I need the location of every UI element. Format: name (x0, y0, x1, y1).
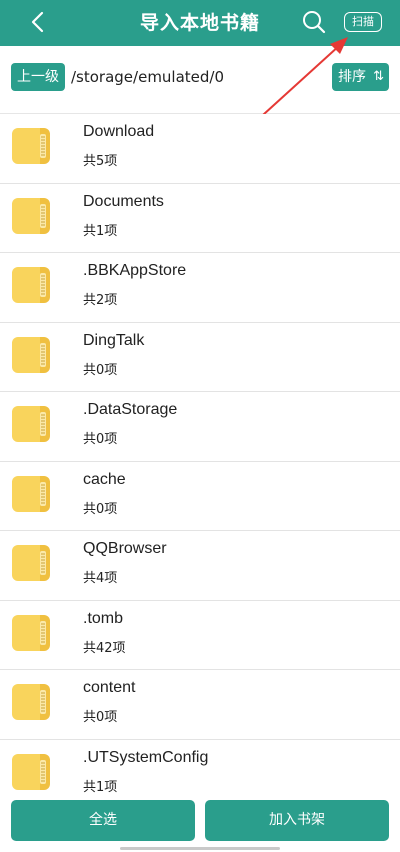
folder-name: .tomb (83, 609, 124, 627)
folder-icon (12, 753, 50, 790)
folder-icon (12, 406, 50, 442)
folder-item-count: 共0项 (83, 362, 118, 378)
folder-icon (12, 336, 50, 373)
folder-name: Documents (83, 192, 164, 210)
folder-row[interactable]: .DataStorage 共0项 (0, 392, 400, 462)
folder-icon (12, 128, 50, 164)
folder-name: cache (83, 470, 126, 488)
folder-icon (12, 684, 50, 720)
folder-name: .BBKAppStore (83, 262, 187, 279)
search-button[interactable] (301, 9, 327, 35)
scan-button[interactable]: 扫描 (344, 12, 382, 32)
folder-row[interactable]: .tomb 共42项 (0, 600, 400, 670)
folder-name: content (83, 679, 136, 696)
page-title: 导入本地书籍 (139, 12, 260, 34)
folder-row[interactable]: DingTalk 共0项 (0, 322, 400, 392)
folder-icon (12, 475, 50, 512)
folder-row[interactable]: QQBrowser 共4项 (0, 531, 400, 601)
select-all-button[interactable]: 全选 (11, 800, 195, 841)
folder-item-count: 共0项 (83, 432, 118, 447)
add-to-bookshelf-button[interactable]: 加入书架 (205, 800, 389, 841)
folder-item-count: 共0项 (83, 501, 118, 517)
folder-item-count: 共1项 (83, 779, 118, 795)
folder-name: .DataStorage (83, 401, 178, 418)
folder-item-count: 共0项 (83, 710, 118, 725)
folder-name: DingTalk (83, 331, 145, 349)
sort-arrows-icon: ⇅ (373, 69, 384, 84)
folder-name: Download (83, 123, 155, 140)
folder-name: QQBrowser (83, 540, 167, 557)
current-path: /storage/emulated/0 (71, 68, 225, 86)
bottom-action-bar: 全选 加入书架 (0, 800, 400, 852)
folder-row[interactable]: Download 共5项 (0, 114, 400, 184)
folder-item-count: 共2项 (83, 293, 118, 308)
folder-icon (12, 614, 50, 651)
folder-icon (12, 197, 50, 234)
folder-row[interactable]: Documents 共1项 (0, 183, 400, 253)
folder-icon (12, 267, 50, 303)
top-app-bar: 导入本地书籍 扫描 (0, 0, 400, 46)
folder-item-count: 共4项 (83, 571, 118, 586)
folder-row[interactable]: cache 共0项 (0, 461, 400, 531)
home-indicator (120, 847, 280, 850)
sort-button[interactable]: 排序 ⇅ (332, 63, 389, 91)
folder-row[interactable]: content 共0项 (0, 670, 400, 740)
folder-item-count: 共42项 (83, 640, 126, 656)
folder-list: Download 共5项 Documents 共1项 .BBKAppStore … (0, 114, 400, 800)
folder-row[interactable]: .UTSystemConfig 共1项 (0, 739, 400, 800)
folder-icon (12, 545, 50, 581)
folder-item-count: 共1项 (83, 223, 118, 239)
folder-name: .UTSystemConfig (83, 748, 209, 766)
parent-directory-button[interactable]: 上一级 (11, 63, 65, 91)
folder-row[interactable]: .BBKAppStore 共2项 (0, 253, 400, 323)
sort-label: 排序 (338, 69, 366, 85)
search-icon (303, 11, 326, 34)
path-bar: 上一级 /storage/emulated/0 排序 ⇅ (0, 46, 400, 114)
folder-item-count: 共5项 (83, 154, 118, 169)
